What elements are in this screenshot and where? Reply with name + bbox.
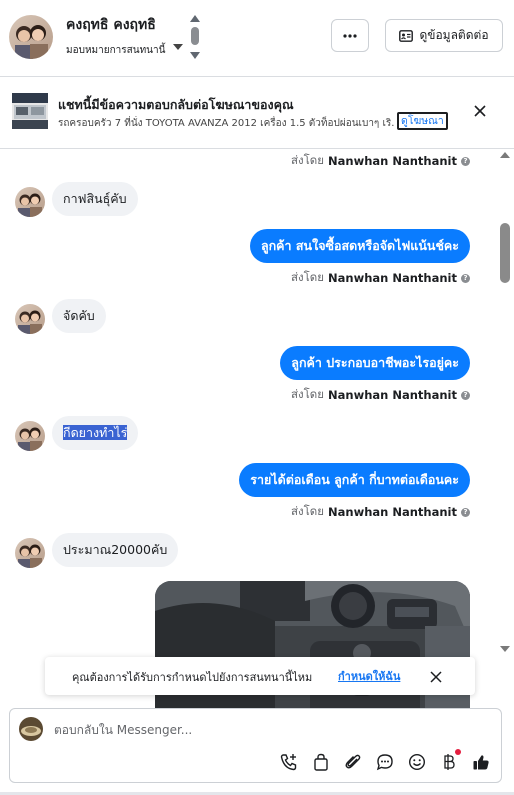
sent-by-label: ส่งโดย Nanwhan Nanthanit ? [291, 152, 470, 170]
scrollbar-thumb[interactable] [500, 223, 510, 283]
sender-name: Nanwhan Nanthanit [328, 271, 457, 285]
assign-to-me-link[interactable]: กำหนดให้ฉัน [338, 667, 400, 685]
view-contact-button[interactable]: ดูข้อมูลติดต่อ [385, 19, 503, 52]
sent-by-prefix: ส่งโดย [290, 270, 325, 284]
composer-toolbar [278, 748, 491, 773]
reply-input[interactable] [54, 721, 454, 739]
notification-dot [455, 748, 461, 755]
outgoing-message[interactable]: รายได้ต่อเดือน ลูกค้า กี่บาทต่อเดือนคะ [239, 463, 470, 497]
info-icon[interactable]: ? [461, 507, 470, 517]
phone-plus-icon[interactable] [278, 752, 299, 773]
assign-conversation-label[interactable]: มอบหมายการสนทนานี้ [66, 43, 165, 58]
shopping-bag-icon[interactable] [310, 752, 331, 773]
incoming-message[interactable]: กาฟสินธุ์คับ [52, 182, 138, 216]
message-thread: ส่งโดย Nanwhan Nanthanit ? กาฟสินธุ์คับ … [0, 149, 514, 709]
sent-by-prefix: ส่งโดย [290, 504, 325, 518]
scroll-up-arrow[interactable] [500, 152, 510, 158]
emoji-icon[interactable] [406, 752, 427, 773]
sent-by-label: ส่งโดย Nanwhan Nanthanit ? [291, 503, 470, 521]
assign-prompt-toast: คุณต้องการได้รับการกำหนดไปยังการสนทนานี้… [45, 657, 475, 695]
thumbs-up-icon[interactable] [470, 752, 491, 773]
contact-name: คงฤทธิ คงฤทธิ [66, 17, 156, 33]
contact-avatar-small [15, 421, 45, 451]
sender-name: Nanwhan Nanthanit [328, 505, 457, 519]
ad-reply-banner: แชทนี้มีข้อความตอบกลับต่อโฆษณาของคุณ รถค… [0, 77, 514, 149]
assign-dropdown-icon[interactable] [173, 44, 183, 50]
close-icon[interactable] [429, 669, 443, 683]
scroll-down-arrow[interactable] [500, 646, 510, 652]
outgoing-message[interactable]: ลูกค้า ประกอบอาชีพอะไรอยู่คะ [280, 346, 470, 380]
contact-avatar-small [15, 538, 45, 568]
info-icon[interactable]: ? [461, 390, 470, 400]
ad-banner-subtitle: รถครอบครัว 7 ที่นั่ง TOYOTA AVANZA 2012 … [58, 118, 394, 129]
sent-by-prefix: ส่งโดย [290, 387, 325, 401]
baht-icon[interactable] [438, 748, 461, 773]
conversation-header: คงฤทธิ คงฤทธิ มอบหมายการสนทนานี้ ดูข้อมู… [0, 0, 514, 77]
sent-by-label: ส่งโดย Nanwhan Nanthanit ? [291, 269, 470, 287]
contact-avatar-small [15, 187, 45, 217]
contact-avatar-small [15, 304, 45, 334]
sender-name: Nanwhan Nanthanit [328, 154, 457, 168]
contact-avatar[interactable] [9, 15, 53, 59]
sender-name: Nanwhan Nanthanit [328, 388, 457, 402]
view-contact-label: ดูข้อมูลติดต่อ [419, 28, 489, 42]
sent-by-prefix: ส่งโดย [290, 153, 325, 167]
ad-thumbnail [12, 93, 48, 129]
more-options-button[interactable] [331, 19, 369, 52]
more-icon [343, 33, 357, 38]
ad-banner-title: แชทนี้มีข้อความตอบกลับต่อโฆษณาของคุณ [58, 97, 294, 112]
close-icon[interactable] [470, 101, 490, 121]
incoming-message[interactable]: กีดยางทำไร่ [52, 416, 139, 450]
view-ad-link[interactable]: ดูโฆษณา [397, 112, 448, 130]
paperclip-icon[interactable] [342, 752, 363, 773]
sent-by-label: ส่งโดย Nanwhan Nanthanit ? [291, 386, 470, 404]
page-avatar [19, 717, 43, 741]
contact-card-icon [399, 29, 414, 42]
selected-text: กีดยางทำไร่ [63, 425, 128, 440]
incoming-message[interactable]: จัดคับ [52, 299, 106, 333]
info-icon[interactable]: ? [461, 156, 470, 166]
incoming-message[interactable]: ประมาณ20000คับ [52, 533, 179, 567]
info-icon[interactable]: ? [461, 273, 470, 283]
assign-prompt-text: คุณต้องการได้รับการกำหนดไปยังการสนทนานี้… [72, 671, 313, 684]
conversation-switcher-icon[interactable] [188, 14, 202, 60]
outgoing-message[interactable]: ลูกค้า สนใจซื้อสดหรือจัดไฟแน้นช์คะ [249, 229, 470, 263]
chat-bubble-icon[interactable] [374, 752, 395, 773]
reply-composer [9, 708, 502, 783]
